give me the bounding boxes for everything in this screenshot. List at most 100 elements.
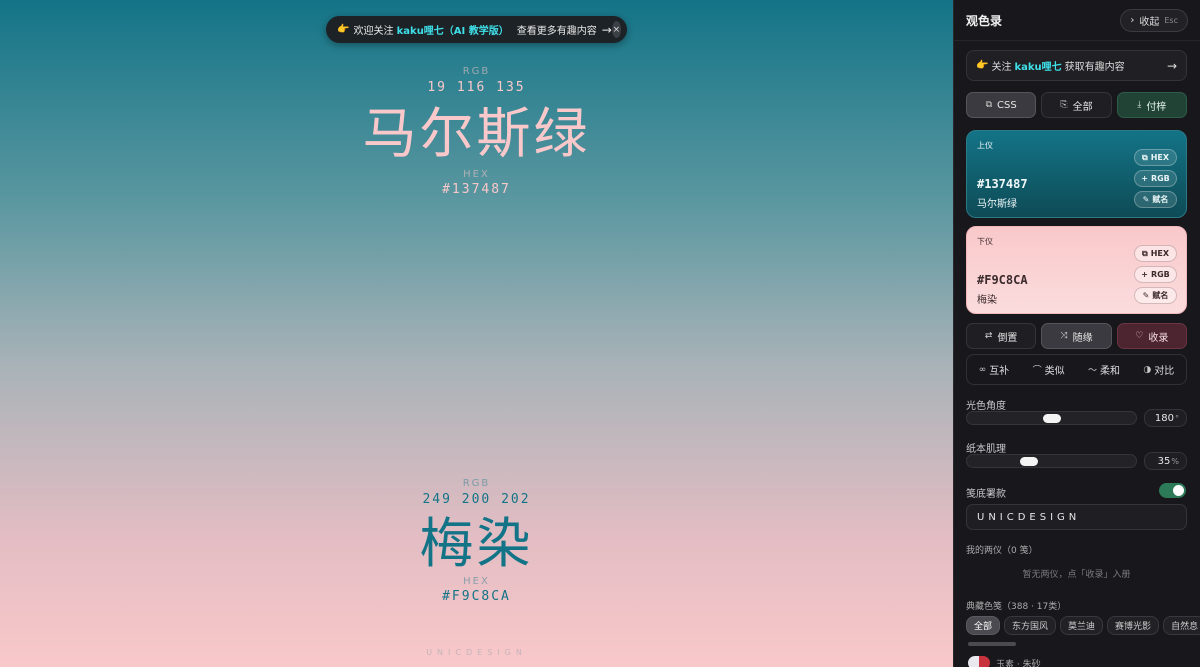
slider-thumb[interactable] — [1043, 414, 1061, 423]
collapse-button[interactable]: › 收起 Esc — [1120, 8, 1188, 32]
card-chips: ⧉ HEX + RGB ✎ 赋名 — [1134, 245, 1177, 304]
copy-rgb-button[interactable]: + RGB — [1134, 266, 1177, 283]
mode-complement[interactable]: ∞ 互补 — [978, 362, 1010, 378]
follow-suffix: 获取有趣内容 — [1064, 62, 1125, 73]
contrast-icon: ◑ — [1143, 364, 1152, 375]
watermark-input[interactable]: UNICDESIGN — [966, 504, 1187, 530]
color-name: 马尔斯绿 — [362, 102, 591, 165]
card-color-name: 马尔斯绿 — [977, 199, 1017, 210]
mode-contrast[interactable]: ◑ 对比 — [1143, 362, 1174, 378]
texture-label: 纸本肌理 — [966, 444, 1006, 455]
banner-highlight: kaku哩七（AI 教学版） — [396, 26, 509, 37]
tab-oriental[interactable]: 东方国风 — [1004, 616, 1057, 635]
bottom-color-info: RGB 249 200 202 梅染 HEX #F9C8CA — [0, 478, 953, 604]
angle-slider[interactable] — [966, 411, 1137, 425]
shuffle-icon: ⤨ — [1060, 331, 1068, 341]
texture-slider[interactable] — [966, 454, 1137, 468]
copy-icon: ⧉ — [985, 100, 993, 110]
rename-button[interactable]: ✎ 赋名 — [1134, 191, 1177, 208]
watermark-toggle[interactable] — [1159, 483, 1186, 498]
follow-highlight: kaku哩七 — [1014, 62, 1062, 73]
chevron-right-icon: › — [1130, 14, 1135, 26]
card-hex: #F9C8CA — [977, 273, 1028, 287]
top-color-card[interactable]: 上仪 #137487 马尔斯绿 ⧉ HEX + RGB ✎ 赋名 — [966, 130, 1187, 218]
copy-css-button[interactable]: ⧉ CSS — [966, 92, 1037, 118]
shortcut-key: Esc — [1164, 15, 1178, 25]
hand-point-icon: 👉 — [337, 24, 350, 35]
collapse-label: 收起 — [1139, 16, 1160, 28]
tab-all[interactable]: 全部 — [966, 616, 1001, 635]
heart-icon: ♡ — [1135, 331, 1144, 341]
infinity-icon: ∞ — [978, 364, 987, 375]
hex-value: #137487 — [442, 182, 511, 197]
rename-button[interactable]: ✎ 赋名 — [1134, 287, 1177, 304]
pencil-icon: ✎ — [1142, 291, 1150, 300]
library-item-name: 玉素 · 朱砂 — [996, 659, 1041, 667]
angle-value[interactable]: 180 ° — [1144, 409, 1187, 427]
angle-label: 光色角度 — [966, 401, 1006, 412]
follow-prefix: 关注 — [991, 62, 1012, 73]
hex-value: #F9C8CA — [442, 589, 511, 604]
tab-nature[interactable]: 自然息 — [1163, 616, 1200, 635]
rgb-label: RGB — [462, 478, 491, 489]
tab-morandi[interactable]: 莫兰迪 — [1060, 616, 1104, 635]
copy-hex-button[interactable]: ⧉ HEX — [1134, 149, 1177, 166]
arrow-right-icon: → — [1166, 58, 1177, 73]
plus-icon: + — [1141, 174, 1148, 183]
copy-icon: ⧉ — [1141, 152, 1148, 162]
side-panel: 观色录 › 收起 Esc 👉 关注 kaku哩七 获取有趣内容 → ⧉ CSS … — [953, 0, 1200, 667]
wave-icon: 〜 — [1087, 366, 1097, 376]
export-actions: ⧉ CSS ⎘ 全部 ⤓ 付梓 — [966, 92, 1187, 118]
invert-button[interactable]: ⇄ 倒置 — [966, 323, 1037, 349]
plus-icon: + — [1141, 270, 1148, 279]
arrow-right-icon: → — [601, 22, 612, 37]
swatch-pair — [968, 656, 990, 667]
random-button[interactable]: ⤨ 随缘 — [1041, 323, 1112, 349]
copy-rgb-button[interactable]: + RGB — [1134, 170, 1177, 187]
my-pairs-title: 我的两仪（0 笺） — [966, 546, 1038, 556]
rainbow-icon: ⌒ — [1032, 366, 1042, 376]
texture-value[interactable]: 35% — [1144, 452, 1187, 470]
card-chips: ⧉ HEX + RGB ✎ 赋名 — [1134, 149, 1177, 208]
copy-all-button[interactable]: ⎘ 全部 — [1041, 92, 1112, 118]
canvas-watermark: UNICDESIGN — [426, 648, 527, 657]
hex-label: HEX — [463, 169, 490, 180]
card-color-name: 梅染 — [977, 295, 997, 306]
color-name: 梅染 — [419, 512, 534, 575]
library-title: 典藏色笺（388 · 17类） — [966, 602, 1067, 612]
pencil-icon: ✎ — [1142, 195, 1150, 204]
slider-thumb[interactable] — [1020, 457, 1038, 466]
collect-button[interactable]: ♡ 收录 — [1116, 323, 1187, 349]
hand-point-icon: 👉 — [976, 60, 989, 71]
copy-icon: ⧉ — [1141, 248, 1148, 258]
watermark-label: 笺底署款 — [966, 489, 1006, 500]
bottom-color-card[interactable]: 下仪 #F9C8CA 梅染 ⧉ HEX + RGB ✎ 赋名 — [966, 226, 1187, 314]
mode-similar[interactable]: ⌒ 类似 — [1033, 362, 1065, 377]
panel-header: 观色录 › 收起 Esc — [954, 0, 1200, 41]
swap-icon: ⇄ — [984, 331, 993, 341]
mode-soft[interactable]: 〜柔和 — [1088, 362, 1120, 377]
download-icon: ⤓ — [1137, 100, 1142, 110]
my-pairs-empty: 暂无两仪，点「收录」入册 — [1022, 570, 1131, 580]
hex-label: HEX — [463, 576, 490, 587]
copy-hex-button[interactable]: ⧉ HEX — [1134, 245, 1177, 262]
top-color-info: RGB 19 116 135 马尔斯绿 HEX #137487 — [0, 66, 953, 197]
rgb-values: 249 200 202 — [422, 492, 531, 507]
harmony-modes: ∞ 互补 ⌒ 类似 〜柔和 ◑ 对比 — [966, 354, 1187, 385]
gradient-canvas: 👉 欢迎关注 kaku哩七（AI 教学版） 查看更多有趣内容 → × RGB 1… — [0, 0, 953, 667]
banner-more-link[interactable]: 查看更多有趣内容 — [517, 22, 597, 37]
color-controls: ⇄ 倒置 ⤨ 随缘 ♡ 收录 — [966, 323, 1187, 349]
banner-close-button[interactable]: × — [611, 21, 621, 38]
banner-prefix: 欢迎关注 — [353, 26, 394, 37]
tabs-scrollbar[interactable] — [968, 642, 1016, 646]
library-tabs: 全部 东方国风 莫兰迪 赛博光影 自然息 — [966, 616, 1200, 635]
rgb-label: RGB — [462, 66, 491, 77]
clipboard-icon: ⎘ — [1060, 100, 1068, 110]
rgb-values: 19 116 135 — [427, 80, 526, 95]
follow-link[interactable]: 👉 关注 kaku哩七 获取有趣内容 → — [966, 50, 1187, 81]
library-item[interactable]: 玉素 · 朱砂 — [968, 656, 1041, 667]
tab-cyber[interactable]: 赛博光影 — [1107, 616, 1160, 635]
export-button[interactable]: ⤓ 付梓 — [1116, 92, 1187, 118]
welcome-banner[interactable]: 👉 欢迎关注 kaku哩七（AI 教学版） 查看更多有趣内容 → × — [326, 16, 627, 43]
panel-title: 观色录 — [966, 13, 1003, 28]
